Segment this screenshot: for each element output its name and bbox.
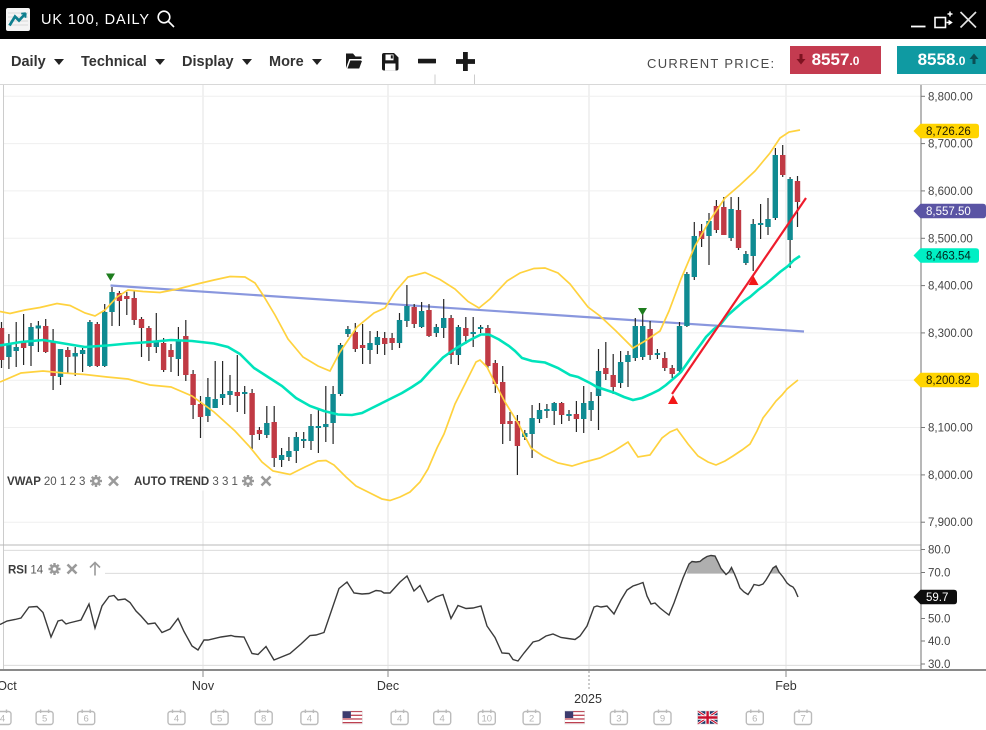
svg-text:50.0: 50.0 <box>928 614 950 626</box>
svg-text:8,500.00: 8,500.00 <box>928 233 973 245</box>
svg-text:80.0: 80.0 <box>928 545 950 557</box>
svg-text:2025: 2025 <box>574 692 602 706</box>
svg-text:8,700.00: 8,700.00 <box>928 139 973 151</box>
svg-text:70.0: 70.0 <box>928 568 950 580</box>
svg-text:8,726.26: 8,726.26 <box>926 126 971 138</box>
svg-text:2: 2 <box>529 714 534 725</box>
svg-text:8,000.00: 8,000.00 <box>928 470 973 482</box>
svg-text:3: 3 <box>616 714 621 725</box>
svg-text:6: 6 <box>752 714 757 725</box>
svg-text:8,463.54: 8,463.54 <box>926 251 971 263</box>
svg-text:6: 6 <box>84 714 89 725</box>
svg-text:8,300.00: 8,300.00 <box>928 328 973 340</box>
svg-text:40.0: 40.0 <box>928 636 950 648</box>
svg-text:Nov: Nov <box>192 679 215 693</box>
svg-text:9: 9 <box>660 714 665 725</box>
svg-text:8,100.00: 8,100.00 <box>928 423 973 435</box>
svg-text:8,800.00: 8,800.00 <box>928 91 973 103</box>
svg-text:4: 4 <box>440 714 445 725</box>
svg-text:10: 10 <box>482 714 493 725</box>
svg-text:4: 4 <box>0 714 5 725</box>
svg-text:4: 4 <box>174 714 179 725</box>
svg-text:5: 5 <box>217 714 222 725</box>
svg-text:8,400.00: 8,400.00 <box>928 281 973 293</box>
svg-text:30.0: 30.0 <box>928 659 950 671</box>
svg-text:Dec: Dec <box>377 679 399 693</box>
svg-text:5: 5 <box>42 714 47 725</box>
svg-text:4: 4 <box>307 714 312 725</box>
svg-text:Oct: Oct <box>0 679 17 693</box>
svg-text:7: 7 <box>800 714 805 725</box>
svg-text:8,200.82: 8,200.82 <box>926 375 971 387</box>
svg-text:59.7: 59.7 <box>926 592 948 604</box>
svg-text:AUTO TREND 3 3 1: AUTO TREND 3 3 1 <box>134 476 238 488</box>
svg-text:VWAP 20 1 2 3: VWAP 20 1 2 3 <box>7 476 85 488</box>
svg-text:7,900.00: 7,900.00 <box>928 517 973 529</box>
svg-text:8,557.50: 8,557.50 <box>926 206 971 218</box>
svg-text:8: 8 <box>261 714 266 725</box>
svg-text:8,600.00: 8,600.00 <box>928 186 973 198</box>
svg-text:RSI 14: RSI 14 <box>8 565 44 577</box>
svg-text:4: 4 <box>397 714 402 725</box>
svg-text:Feb: Feb <box>775 679 797 693</box>
